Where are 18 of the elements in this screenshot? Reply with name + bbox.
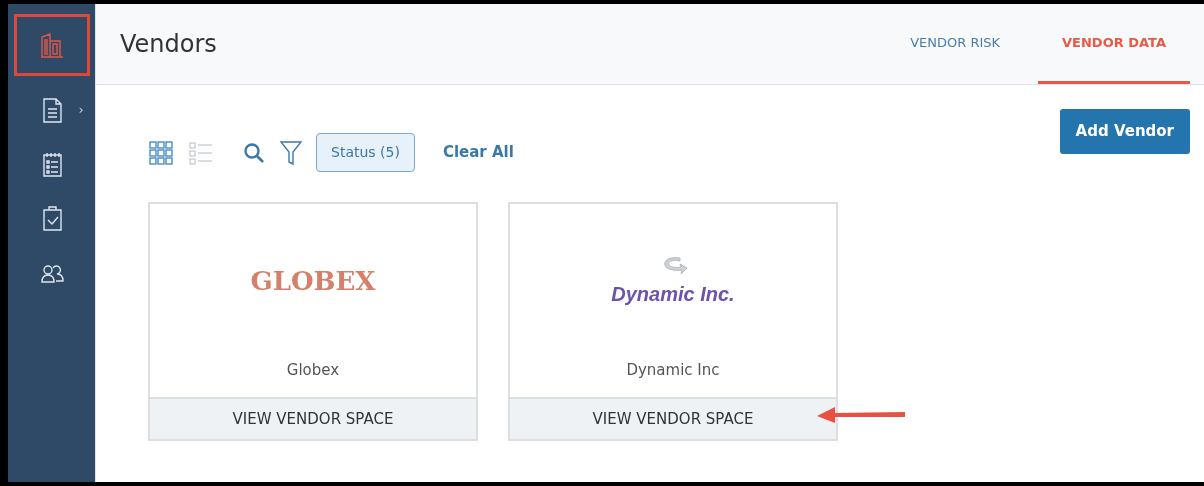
sidebar-item[interactable]: › [13,90,90,130]
search-icon[interactable] [242,140,266,165]
clear-all-link[interactable]: Clear All [442,141,514,164]
tab[interactable]: VENDOR DATA [1038,4,1190,84]
tab[interactable]: VENDOR RISK [886,4,1025,84]
vendor-name: Dynamic Inc [625,360,721,381]
view-vendor-space-button[interactable]: VIEW VENDOR SPACE [150,397,476,439]
buildings-icon [38,31,65,59]
vendor-logo: GLOBEX [250,265,376,298]
chevron-icon: › [78,100,84,120]
page-title: Vendors [120,29,218,60]
view-vendor-space-button[interactable]: VIEW VENDOR SPACE [510,397,836,439]
vendor-name: Globex [285,360,341,381]
grid-view-icon[interactable] [148,139,174,166]
add-vendor-button[interactable]: Add Vendor [1059,109,1190,154]
vendor-logo: Dynamic Inc. [611,281,735,307]
status-filter-chip[interactable]: Status (5) [316,133,415,172]
filter-icon[interactable] [280,139,302,166]
